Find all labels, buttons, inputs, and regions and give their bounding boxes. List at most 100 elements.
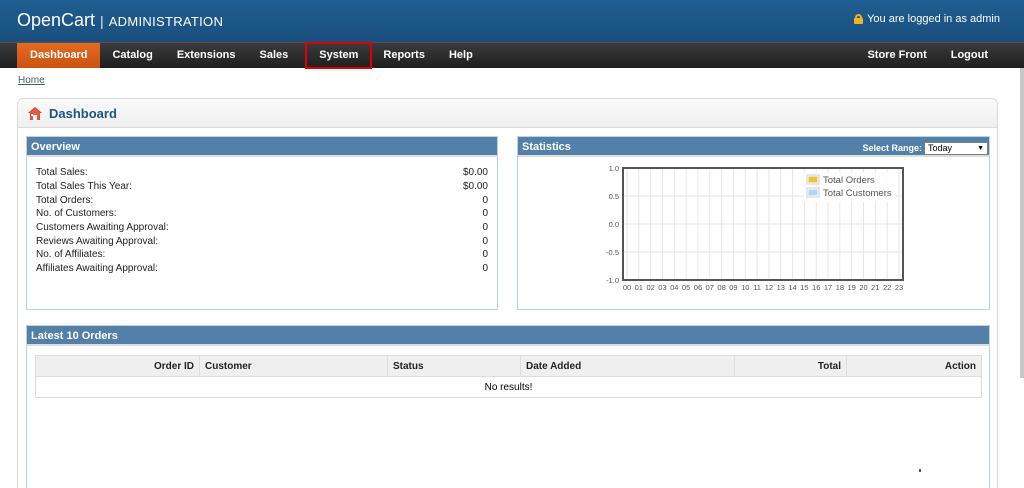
box-heading: Dashboard: [18, 99, 997, 128]
overview-row: Affiliates Awaiting Approval: 0: [36, 262, 488, 276]
overview-row: No. of Affiliates: 0: [36, 248, 488, 262]
main-menu: Dashboard Catalog Extensions Sales Syste…: [0, 42, 1024, 69]
overview-label: Reviews Awaiting Approval:: [36, 235, 159, 247]
x-tick-label: 07: [706, 283, 714, 292]
legend-label: Total Customers: [823, 188, 892, 199]
table-row: No results!: [35, 376, 982, 398]
x-tick-label: 02: [646, 283, 654, 292]
menu-item-dashboard[interactable]: Dashboard: [17, 43, 101, 68]
logo[interactable]: OpenCart | ADMINISTRATION: [17, 10, 223, 31]
range-select[interactable]: Today ▼: [924, 141, 988, 155]
overview-heading: Overview: [27, 137, 497, 157]
overview-label: Total Sales:: [36, 167, 88, 179]
x-tick-label: 10: [741, 283, 749, 292]
x-tick-label: 15: [800, 283, 808, 292]
overview-row: Total Sales: $0.00: [36, 166, 488, 180]
x-tick-label: 19: [848, 283, 856, 292]
overview-label: Affiliates Awaiting Approval:: [36, 263, 158, 275]
column-action: Action: [846, 355, 982, 377]
menu-item-extensions[interactable]: Extensions: [165, 43, 248, 68]
x-tick-label: 23: [895, 283, 903, 292]
range-label: Select Range:: [862, 143, 922, 153]
no-results-text: No results!: [35, 376, 982, 398]
column-total[interactable]: Total: [734, 355, 847, 377]
overview-value: 0: [482, 222, 488, 234]
statistics-panel: Statistics Select Range: Today ▼ 00 01 02 0…: [517, 136, 990, 310]
overview-label: Total Orders:: [36, 194, 94, 206]
page-scrollbar[interactable]: [1020, 68, 1024, 378]
x-tick-label: 17: [824, 283, 832, 292]
range-selector: Select Range: Today ▼: [862, 138, 988, 158]
logo-separator: |: [100, 13, 104, 29]
menu-item-sales[interactable]: Sales: [248, 43, 301, 68]
home-icon: [28, 107, 42, 120]
x-tick-label: 03: [658, 283, 666, 292]
overview-row: Reviews Awaiting Approval: 0: [36, 234, 488, 248]
x-tick-label: 05: [682, 283, 690, 292]
y-tick-label: 1.0: [609, 164, 619, 173]
column-customer[interactable]: Customer: [199, 355, 388, 377]
overview-label: Total Sales This Year:: [36, 181, 132, 193]
lock-icon: [854, 14, 864, 24]
legend-label: Total Orders: [823, 175, 875, 186]
dropdown-arrow-icon: ▼: [977, 144, 984, 152]
legend-swatch: [808, 189, 818, 196]
y-tick-label: 0.0: [609, 220, 619, 229]
menu-item-store-front[interactable]: Store Front: [855, 43, 938, 68]
orders-header-row: Order ID Customer Status Date Added Tota…: [35, 355, 982, 377]
overview-value: 0: [482, 235, 488, 247]
breadcrumb-home-link[interactable]: Home: [18, 75, 45, 86]
x-tick-label: 20: [859, 283, 867, 292]
column-date-added[interactable]: Date Added: [520, 355, 735, 377]
x-tick-label: 11: [753, 283, 761, 292]
latest-orders-heading: Latest 10 Orders: [27, 326, 989, 346]
x-tick-label: 21: [871, 283, 879, 292]
y-tick-label: -1.0: [606, 276, 619, 285]
page-title: Dashboard: [49, 106, 117, 121]
menu-item-logout[interactable]: Logout: [939, 43, 1000, 68]
menu-item-system[interactable]: System: [305, 42, 373, 69]
menu-item-help[interactable]: Help: [437, 43, 485, 68]
overview-label: No. of Affiliates:: [36, 249, 106, 261]
statistics-title: Statistics: [522, 141, 571, 153]
x-tick-label: 12: [765, 283, 773, 292]
brand-name: OpenCart: [17, 10, 96, 30]
menu-item-reports[interactable]: Reports: [371, 43, 437, 68]
x-tick-label: 13: [777, 283, 785, 292]
statistics-chart: 00 01 02 03 04 05 06 07 08 09 10 11 12 13 14 15 16 17 18 19…: [606, 164, 904, 292]
overview-value: $0.00: [462, 181, 488, 193]
login-status-text: You are logged in as admin: [867, 13, 1000, 25]
x-tick-label: 09: [729, 283, 737, 292]
column-status[interactable]: Status: [387, 355, 521, 377]
breadcrumb: Home: [18, 75, 45, 86]
x-tick-label: 18: [836, 283, 844, 292]
overview-row: No. of Customers: 0: [36, 207, 488, 221]
overview-value: 0: [482, 249, 488, 261]
overview-row: Customers Awaiting Approval: 0: [36, 221, 488, 235]
y-tick-label: -0.5: [606, 248, 619, 257]
overview-row: Total Sales This Year: $0.00: [36, 180, 488, 194]
menu-left: Dashboard Catalog Extensions Sales Syste…: [17, 42, 485, 69]
latest-orders-panel: Latest 10 Orders Order ID Customer Statu…: [26, 325, 990, 488]
overview-value: 0: [482, 194, 488, 206]
x-tick-label: 01: [635, 283, 643, 292]
header: OpenCart | ADMINISTRATION You are logged i…: [0, 0, 1024, 42]
column-order-id[interactable]: Order ID: [35, 355, 200, 377]
menu-item-catalog[interactable]: Catalog: [100, 43, 164, 68]
overview-label: Customers Awaiting Approval:: [36, 222, 169, 234]
x-tick-label: 16: [812, 283, 820, 292]
overview-panel: Overview Total Sales: $0.00 Total Sales Th…: [26, 136, 498, 310]
orders-table: Order ID Customer Status Date Added Tota…: [35, 355, 982, 398]
overview-table: Total Sales: $0.00 Total Sales This Year: $…: [36, 166, 488, 276]
logo-subtitle: ADMINISTRATION: [108, 14, 224, 29]
x-tick-label: 14: [788, 283, 796, 292]
statistics-heading: Statistics Select Range: Today ▼: [518, 137, 989, 157]
overview-value: 0: [482, 208, 488, 220]
overview-row: Total Orders: 0: [36, 193, 488, 207]
range-select-value: Today: [928, 142, 953, 153]
x-tick-label: 06: [694, 283, 702, 292]
legend-swatch: [808, 176, 818, 183]
cursor-icon: [919, 469, 921, 472]
x-tick-label: 00: [623, 283, 631, 292]
x-tick-label: 04: [670, 283, 678, 292]
